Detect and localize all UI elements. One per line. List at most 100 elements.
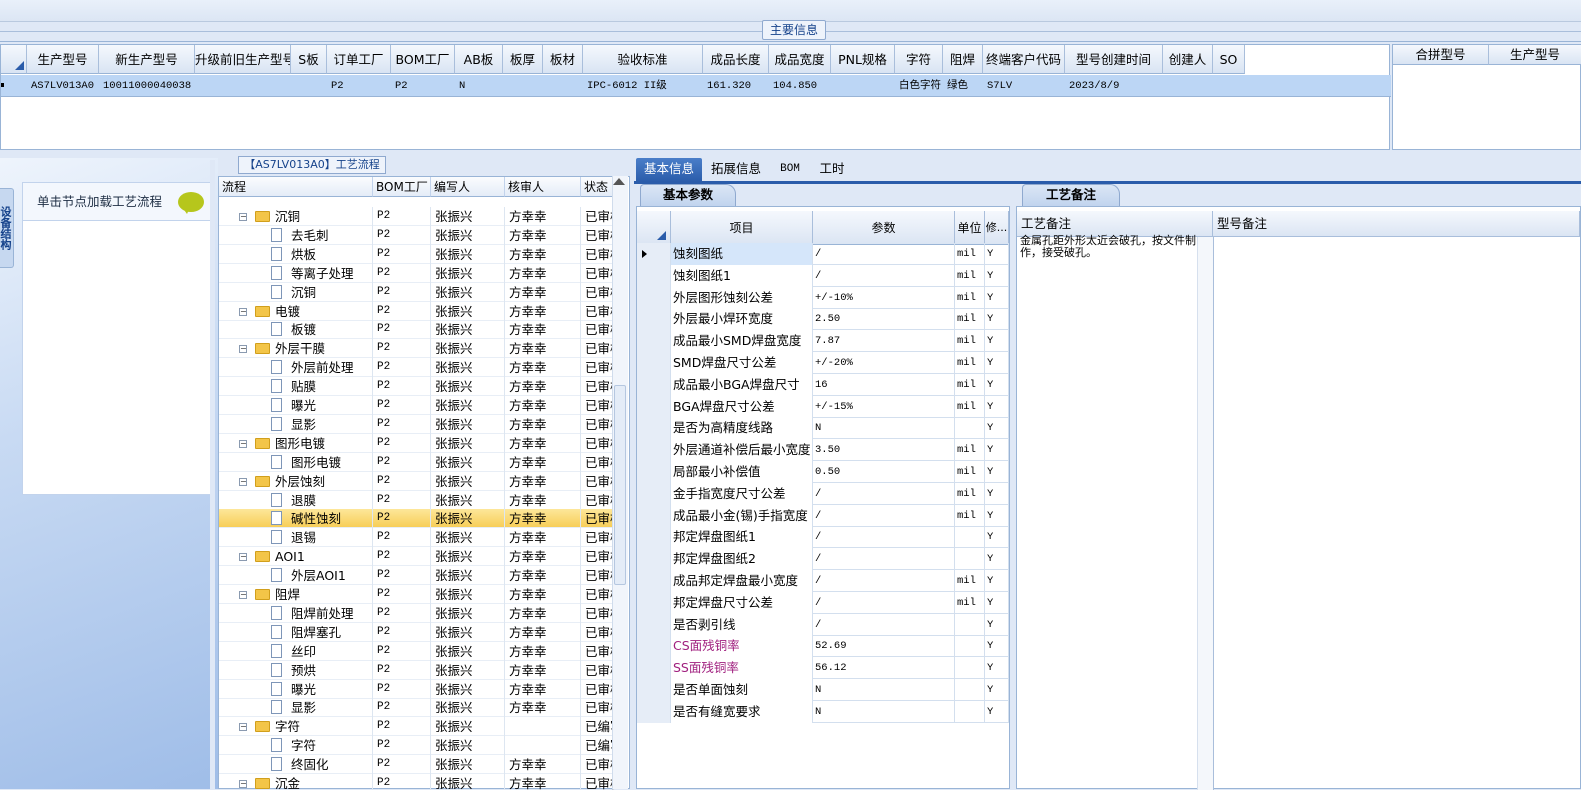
expand-icon[interactable]: −: [239, 307, 247, 316]
param-value[interactable]: /: [813, 570, 955, 592]
tree-node[interactable]: − 图形电镀: [219, 433, 373, 453]
param-value[interactable]: 16: [813, 373, 955, 396]
tree-node[interactable]: 显影: [219, 698, 373, 718]
tree-row[interactable]: 预烘 P2张振兴方幸幸已审核: [219, 660, 615, 680]
tree-row[interactable]: − 外层蚀刻 P2张振兴方幸幸已审核: [219, 471, 615, 491]
tree-row[interactable]: 等离子处理 P2张振兴方幸幸已审核: [219, 263, 615, 283]
param-value[interactable]: /: [813, 613, 955, 636]
tree-row[interactable]: − 阻焊 P2张振兴方幸幸已审核: [219, 585, 615, 604]
tree-node[interactable]: − 电镀: [219, 301, 373, 321]
param-value[interactable]: N: [813, 417, 955, 440]
tree-node[interactable]: 曝光: [219, 396, 373, 415]
scroll-up-icon[interactable]: [613, 178, 625, 185]
tree-node[interactable]: 阻焊前处理: [219, 603, 373, 623]
main-header-1[interactable]: 新生产型号: [99, 45, 195, 74]
tree-row[interactable]: 显影 P2张振兴方幸幸已审核: [219, 414, 615, 434]
param-row[interactable]: CS面残铜率 52.69 Y: [637, 635, 1009, 658]
main-header-3[interactable]: S板: [291, 45, 327, 74]
tree-header-0[interactable]: 流程: [219, 177, 373, 197]
main-info-row[interactable]: AS7LV013A0 10011000040038 P2 P2 N IPC-6012 II…: [1, 75, 1391, 97]
tree-node[interactable]: 去毛刺: [219, 225, 373, 245]
tree-node[interactable]: 曝光: [219, 679, 373, 699]
tree-node[interactable]: − AOI1: [219, 547, 373, 567]
tree-header-2[interactable]: 编写人: [431, 177, 505, 197]
main-header-7[interactable]: 板厚: [503, 45, 543, 74]
tree-row[interactable]: − AOI1 P2张振兴方幸幸已审核: [219, 547, 615, 567]
tree-node[interactable]: 板镀: [219, 320, 373, 340]
main-header-12[interactable]: PNL规格: [831, 45, 895, 74]
tree-node[interactable]: − 沉金: [219, 774, 373, 790]
tree-node[interactable]: − 阻焊: [219, 585, 373, 604]
tab-work-hours[interactable]: 工时: [812, 158, 852, 182]
tree-header-4[interactable]: 状态: [581, 177, 615, 197]
param-row[interactable]: 是否为高精度线路 N Y: [637, 417, 1009, 440]
param-row[interactable]: BGA焊盘尺寸公差 +/-15% mil Y: [637, 395, 1009, 418]
param-row[interactable]: 蚀刻图纸1/mil Y: [637, 264, 1009, 287]
subtab-process-remarks[interactable]: 工艺备注: [1022, 184, 1120, 206]
param-row[interactable]: 外层通道补偿后最小宽度 3.50 mil Y: [637, 439, 1009, 462]
process-tree-grid[interactable]: 流程BOM工厂编写人核审人状态 −沉铜P2张振兴方幸幸已审核去毛刺P2张振兴方幸…: [218, 176, 630, 790]
param-row[interactable]: 成品最小金(锡)手指宽度 / mil Y: [637, 504, 1009, 527]
param-row[interactable]: 邦定焊盘图纸2/ Y: [637, 548, 1009, 571]
param-value[interactable]: /: [813, 243, 955, 265]
tree-node[interactable]: 预烘: [219, 660, 373, 680]
tree-node[interactable]: 沉铜: [219, 282, 373, 302]
param-row[interactable]: 成品邦定焊盘最小宽度 / mil Y: [637, 570, 1009, 592]
main-header-14[interactable]: 阻焊: [943, 45, 983, 74]
side-tab-device-structure[interactable]: 设备结构: [0, 188, 14, 268]
param-row[interactable]: 外层最小焊环宽度 2.50 mil Y: [637, 308, 1009, 331]
tree-row[interactable]: 阻焊前处理 P2张振兴方幸幸已审核: [219, 603, 615, 623]
tree-header-3[interactable]: 核审人: [505, 177, 581, 197]
param-row[interactable]: 邦定焊盘图纸1/ Y: [637, 526, 1009, 549]
param-row[interactable]: 局部最小补偿值 0.50 mil Y: [637, 461, 1009, 483]
tree-row[interactable]: 去毛刺 P2张振兴方幸幸已审核: [219, 225, 615, 245]
tree-row[interactable]: 外层前处理 P2张振兴方幸幸已审核: [219, 358, 615, 378]
param-value[interactable]: +/-10%: [813, 286, 955, 309]
tree-node[interactable]: 图形电镀: [219, 452, 373, 472]
tree-row[interactable]: 显影 P2张振兴方幸幸已审核: [219, 698, 615, 718]
main-header-6[interactable]: AB板: [455, 45, 503, 74]
tree-row[interactable]: − 字符 P2张振兴 已编写: [219, 717, 615, 737]
main-header-0[interactable]: 生产型号: [27, 45, 99, 74]
main-header-15[interactable]: 终端客户代码: [983, 45, 1065, 74]
tree-node[interactable]: 外层前处理: [219, 358, 373, 378]
tree-node[interactable]: 外层AOI1: [219, 566, 373, 586]
tree-node[interactable]: − 沉铜: [219, 207, 373, 226]
tree-row[interactable]: 图形电镀 P2张振兴方幸幸已审核: [219, 452, 615, 472]
tree-node[interactable]: 退膜: [219, 490, 373, 510]
param-value[interactable]: /: [813, 504, 955, 527]
tree-row[interactable]: − 图形电镀 P2张振兴方幸幸已审核: [219, 433, 615, 453]
param-row[interactable]: 邦定焊盘尺寸公差 / mil Y: [637, 591, 1009, 614]
param-row[interactable]: SMD焊盘尺寸公差 +/-20% mil Y: [637, 352, 1009, 374]
tree-row[interactable]: − 外层干膜 P2张振兴方幸幸已审核: [219, 339, 615, 359]
tree-node[interactable]: 丝印: [219, 641, 373, 661]
middle-splitter[interactable]: [630, 158, 635, 789]
param-value[interactable]: 0.50: [813, 461, 955, 483]
tree-row[interactable]: 字符 P2张振兴 已编写: [219, 736, 615, 756]
param-row[interactable]: 外层图形蚀刻公差 +/-10% mil Y: [637, 286, 1009, 309]
tree-row[interactable]: 阻焊塞孔 P2张振兴方幸幸已审核: [219, 622, 615, 642]
main-header-5[interactable]: BOM工厂: [391, 45, 455, 74]
tree-row[interactable]: 碱性蚀刻 P2张振兴方幸幸已审核: [219, 509, 615, 529]
expand-icon[interactable]: −: [239, 213, 247, 221]
tree-node[interactable]: 退锡: [219, 528, 373, 548]
tree-row[interactable]: − 沉金 P2张振兴方幸幸已审核: [219, 774, 615, 790]
remarks-scrollbar[interactable]: [1197, 237, 1213, 790]
expand-icon[interactable]: −: [239, 780, 247, 788]
param-value[interactable]: 3.50: [813, 439, 955, 462]
main-header-11[interactable]: 成品宽度: [769, 45, 831, 74]
main-header-2[interactable]: 升级前旧生产型号: [195, 45, 291, 74]
param-row[interactable]: SS面残铜率 56.12 Y: [637, 657, 1009, 680]
tab-basic-info[interactable]: 基本信息: [636, 158, 702, 182]
main-info-grid[interactable]: 生产型号 新生产型号 升级前旧生产型号 S板 订单工厂 BOM工厂 AB板 板厚 板材 验收标准成…: [0, 44, 1391, 150]
tree-row[interactable]: 沉铜 P2张振兴方幸幸已审核: [219, 282, 615, 302]
tree-row[interactable]: − 电镀 P2张振兴方幸幸已审核: [219, 301, 615, 321]
tree-node[interactable]: − 外层蚀刻: [219, 471, 373, 491]
tree-row[interactable]: 曝光 P2张振兴方幸幸已审核: [219, 679, 615, 699]
process-remarks-text[interactable]: 金属孔距外形太近会破孔，按文件制作，接受破孔。: [1020, 236, 1202, 260]
tree-row[interactable]: 退膜 P2张振兴方幸幸已审核: [219, 490, 615, 510]
main-header-17[interactable]: 创建人: [1163, 45, 1213, 74]
param-row[interactable]: 是否剥引线 / Y: [637, 613, 1009, 636]
tree-node[interactable]: 烘板: [219, 244, 373, 264]
tab-extended-info[interactable]: 拓展信息: [704, 158, 768, 182]
